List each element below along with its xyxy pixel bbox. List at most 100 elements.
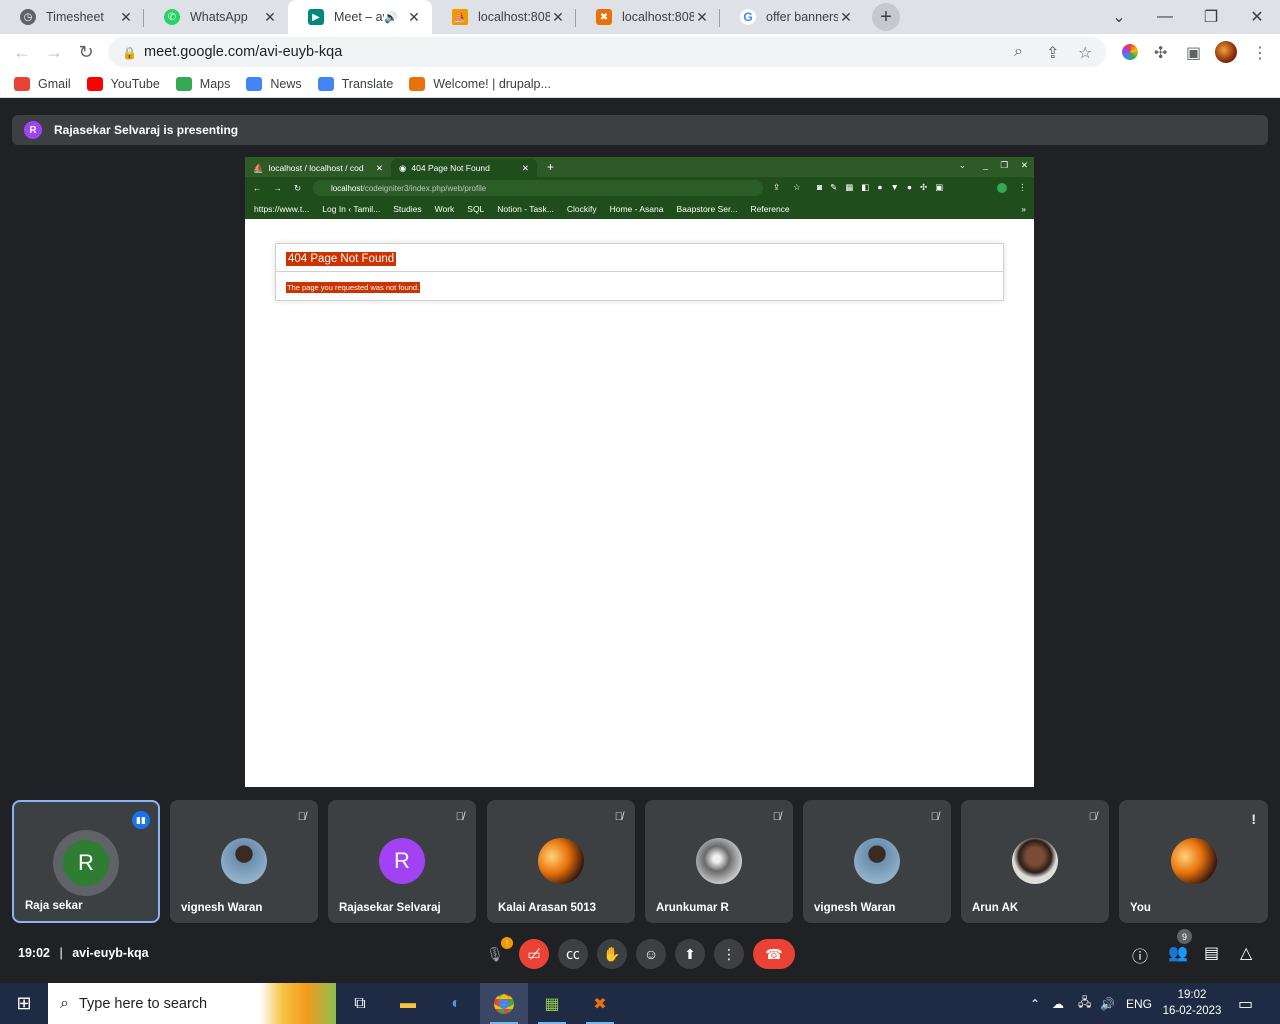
close-icon[interactable]: ✕ xyxy=(406,9,422,26)
bookmark-label: Maps xyxy=(199,76,231,91)
avatar: R xyxy=(379,838,425,884)
people-icon[interactable]: 👥 xyxy=(1168,943,1188,963)
bookmark-label: News xyxy=(270,76,302,91)
close-icon[interactable]: ✕ xyxy=(550,9,566,26)
back-button[interactable]: ← xyxy=(6,42,38,63)
restore-button[interactable]: ❐ xyxy=(1188,0,1234,34)
close-icon[interactable]: ✕ xyxy=(838,9,854,26)
close-window-button[interactable]: ✕ xyxy=(1234,0,1280,34)
bookmark-news[interactable]: News xyxy=(246,76,302,91)
present-screen-button[interactable]: ⬆ xyxy=(675,939,705,969)
tab-phpmyadmin[interactable]: ⛵ localhost:8080 ✕ xyxy=(432,0,576,34)
menu-kebab-icon[interactable]: ⋮ xyxy=(1252,43,1268,63)
windows-start-icon[interactable]: ⊞ xyxy=(0,983,48,1024)
onedrive-icon[interactable]: ☁ xyxy=(1052,983,1064,1024)
language-indicator[interactable]: ENG xyxy=(1126,983,1152,1024)
participant-tile[interactable]: 🎙̸ vignesh Waran xyxy=(803,800,951,923)
close-icon: ✕ xyxy=(1020,160,1028,170)
participant-name: vignesh Waran xyxy=(814,902,896,914)
address-bar[interactable]: 🔒 meet.google.com/avi-euyb-kqa ⌕ ⇪ ☆ xyxy=(108,37,1106,67)
edge-icon[interactable]: ◐ xyxy=(432,983,480,1024)
participant-name: Raja sekar xyxy=(25,900,83,912)
end-call-button[interactable]: ☎ xyxy=(753,939,795,969)
meeting-details-icon[interactable]: ⓘ xyxy=(1132,943,1148,967)
notepad-plus-plus-icon[interactable]: ▦ xyxy=(528,983,576,1024)
raise-hand-button[interactable]: ✋ xyxy=(597,939,627,969)
avatar xyxy=(696,838,742,884)
meet-stage: R Rajasekar Selvaraj is presenting ⛵ loc… xyxy=(0,103,1280,983)
chrome-icon[interactable] xyxy=(480,983,528,1024)
bookmark-drupal[interactable]: Welcome! | drupalp... xyxy=(409,76,551,91)
lock-icon[interactable]: 🔒 xyxy=(122,46,137,60)
gmail-icon xyxy=(14,76,30,91)
network-icon[interactable]: 🖧 xyxy=(1078,983,1091,1024)
shared-tab-phpmyadmin: ⛵ localhost / localhost / cod ✕ xyxy=(245,159,391,177)
new-tab-button[interactable]: + xyxy=(872,3,900,31)
camera-off-button[interactable]: ▭̸ xyxy=(519,939,549,969)
more-options-button[interactable]: ⋮ xyxy=(714,939,744,969)
bookmark-star-icon[interactable]: ☆ xyxy=(1078,43,1092,63)
file-explorer-icon[interactable]: ▬ xyxy=(384,983,432,1024)
forward-button[interactable]: → xyxy=(38,42,70,63)
participant-tile[interactable]: R ▮▮ Raja sekar xyxy=(12,800,160,923)
bookmark-translate[interactable]: Translate xyxy=(317,76,393,91)
share-icon[interactable]: ⇪ xyxy=(1046,43,1059,63)
tab-timesheet[interactable]: ◷ Timesheet ✕ xyxy=(0,0,144,34)
activities-icon[interactable]: △ xyxy=(1240,943,1252,963)
close-icon[interactable]: ✕ xyxy=(694,9,710,26)
system-clock[interactable]: 19:02 16-02-2023 xyxy=(1160,987,1224,1019)
divider xyxy=(276,271,1003,272)
participant-tile[interactable]: 🎙̸ Kalai Arasan 5013 xyxy=(487,800,635,923)
bookmark-youtube[interactable]: YouTube xyxy=(86,76,160,91)
participant-name: Rajasekar Selvaraj xyxy=(339,902,441,914)
chat-icon[interactable]: ▤ xyxy=(1204,943,1219,963)
search-highlight-image xyxy=(260,983,336,1024)
tab-meet[interactable]: ▶ Meet – avi 🔊 ✕ xyxy=(288,0,432,34)
timesheet-icon: ◷ xyxy=(20,9,36,25)
alert-icon[interactable]: ! xyxy=(1251,811,1256,827)
xampp-icon[interactable]: ✖ xyxy=(576,983,624,1024)
participant-tile[interactable]: 🎙̸ vignesh Waran xyxy=(170,800,318,923)
error-container: 404 Page Not Found The page you requeste… xyxy=(275,243,1004,301)
notification-icon[interactable]: ▭ xyxy=(1238,983,1253,1024)
mic-muted-icon: 🎙̸ xyxy=(297,811,306,823)
close-icon[interactable]: ✕ xyxy=(118,9,134,26)
reload-button[interactable]: ↻ xyxy=(70,42,102,63)
whatsapp-icon: ✆ xyxy=(164,9,180,25)
error-title: 404 Page Not Found xyxy=(286,252,397,266)
bookmark-gmail[interactable]: Gmail xyxy=(14,76,71,91)
volume-icon[interactable]: 🔊 xyxy=(1100,983,1115,1024)
extension-color-icon[interactable] xyxy=(1122,44,1138,60)
show-hidden-icons[interactable]: ⌃ xyxy=(1030,983,1040,1024)
participant-name: Kalai Arasan 5013 xyxy=(498,902,597,914)
participant-tile-self[interactable]: ! You xyxy=(1119,800,1268,923)
tab-search-button[interactable]: ⌄ xyxy=(1096,0,1142,34)
task-view-icon[interactable]: ⧉ xyxy=(336,983,384,1024)
participant-tile[interactable]: 🎙̸ Arun AK xyxy=(961,800,1109,923)
tab-whatsapp[interactable]: ✆ WhatsApp ✕ xyxy=(144,0,288,34)
google-icon: G xyxy=(740,9,756,25)
shared-bookmark: Log In ‹ Tamil... xyxy=(322,204,381,214)
extensions-icon: ◙✎▦◧●▼●✣▣ xyxy=(817,182,952,192)
tab-title: WhatsApp xyxy=(190,10,248,24)
tab-xampp[interactable]: ✖ localhost:8080 ✕ xyxy=(576,0,720,34)
bookmark-maps[interactable]: Maps xyxy=(175,76,231,91)
zoom-icon[interactable]: ⌕ xyxy=(1014,43,1023,61)
captions-button[interactable]: ㏄ xyxy=(558,939,588,969)
profile-avatar[interactable] xyxy=(1215,41,1237,63)
participant-tile[interactable]: R 🎙̸ Rajasekar Selvaraj xyxy=(328,800,476,923)
extensions-puzzle-icon[interactable]: ✣ xyxy=(1154,43,1167,63)
shared-address-bar: localhost/codeigniter3/index.php/web/pro… xyxy=(313,180,763,196)
taskbar-search-box[interactable]: ⌕ Type here to search xyxy=(48,983,336,1024)
tab-title: localhost:8080 xyxy=(622,10,694,24)
tab-strip: ◷ Timesheet ✕ ✆ WhatsApp ✕ ▶ Meet – avi … xyxy=(0,0,1280,34)
side-panel-icon[interactable]: ▣ xyxy=(1186,43,1201,63)
tab-offer-banners[interactable]: G offer banners ✕ xyxy=(720,0,864,34)
participant-tile[interactable]: 🎙̸ Arunkumar R xyxy=(645,800,793,923)
close-icon[interactable]: ✕ xyxy=(262,9,278,26)
audio-playing-icon[interactable]: 🔊 xyxy=(384,11,398,24)
emoji-reaction-button[interactable]: ☺ xyxy=(636,939,666,969)
shared-bookmark: Baapstore Ser... xyxy=(676,204,738,214)
minimize-button[interactable]: — xyxy=(1142,0,1188,34)
bookmark-star-icon: ☆ xyxy=(793,182,801,192)
